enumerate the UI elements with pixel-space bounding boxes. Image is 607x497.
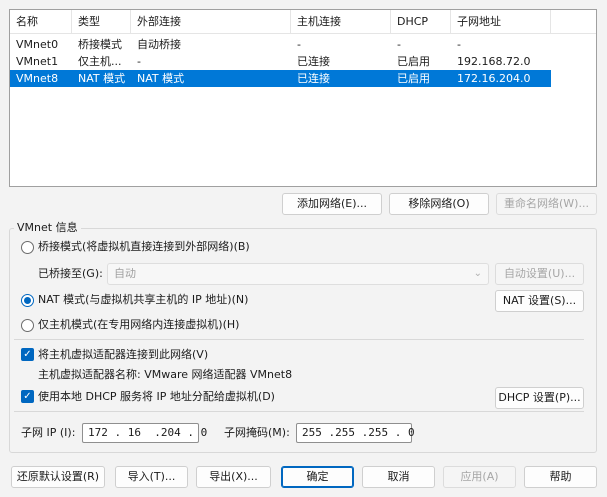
bridged-to-select[interactable]: 自动 ⌄ bbox=[107, 263, 489, 285]
subnet-mask-label: 子网掩码(M): bbox=[224, 426, 290, 439]
cell-external: NAT 模式 bbox=[137, 72, 185, 85]
bridged-mode-radio[interactable] bbox=[21, 241, 34, 254]
cell-name: VMnet1 bbox=[16, 55, 59, 68]
host-only-label[interactable]: 仅主机模式(在专用网络内连接虚拟机)(H) bbox=[38, 318, 239, 332]
help-button[interactable]: 帮助 bbox=[524, 466, 597, 488]
column-header-subnet[interactable]: 子网地址 bbox=[451, 10, 551, 34]
nat-settings-button[interactable]: NAT 设置(S)... bbox=[495, 290, 584, 312]
bridged-to-label: 已桥接至(G): bbox=[38, 267, 103, 280]
import-button[interactable]: 导入(T)... bbox=[115, 466, 188, 488]
chevron-down-icon: ⌄ bbox=[473, 268, 482, 279]
rename-network-button[interactable]: 重命名网络(W)... bbox=[496, 193, 597, 215]
nat-mode-radio[interactable] bbox=[21, 294, 34, 307]
connect-adapter-checkbox[interactable]: ✓ bbox=[21, 348, 34, 361]
column-header-type[interactable]: 类型 bbox=[72, 10, 131, 34]
adapter-name-label: 主机虚拟适配器名称: VMware 网络适配器 VMnet8 bbox=[38, 368, 293, 381]
ok-button[interactable]: 确定 bbox=[281, 466, 354, 488]
vmnet-info-title: VMnet 信息 bbox=[14, 221, 81, 235]
restore-defaults-button[interactable]: 还原默认设置(R) bbox=[11, 466, 105, 488]
auto-settings-button[interactable]: 自动设置(U)... bbox=[495, 263, 584, 285]
cell-subnet: - bbox=[457, 38, 461, 51]
cancel-button[interactable]: 取消 bbox=[362, 466, 435, 488]
column-header-name[interactable]: 名称 bbox=[10, 10, 72, 34]
cell-type: 桥接模式 bbox=[78, 38, 122, 51]
table-row-selected[interactable]: VMnet8 NAT 模式 NAT 模式 已连接 已启用 172.16.204.… bbox=[10, 70, 551, 87]
cell-type: NAT 模式 bbox=[78, 72, 126, 85]
cell-subnet: 172.16.204.0 bbox=[457, 72, 531, 85]
cell-host: - bbox=[297, 38, 301, 51]
column-header-host[interactable]: 主机连接 bbox=[291, 10, 391, 34]
dhcp-label[interactable]: 使用本地 DHCP 服务将 IP 地址分配给虚拟机(D) bbox=[38, 390, 275, 404]
vmnet-info-group bbox=[9, 228, 597, 453]
table-row[interactable]: VMnet1 仅主机... - 已连接 已启用 192.168.72.0 bbox=[10, 53, 551, 70]
divider bbox=[14, 411, 584, 412]
export-button[interactable]: 导出(X)... bbox=[196, 466, 271, 488]
cell-name: VMnet8 bbox=[16, 72, 59, 85]
dhcp-checkbox[interactable]: ✓ bbox=[21, 390, 34, 403]
cell-name: VMnet0 bbox=[16, 38, 59, 51]
column-header-dhcp[interactable]: DHCP bbox=[391, 10, 451, 34]
cell-subnet: 192.168.72.0 bbox=[457, 55, 531, 68]
cell-dhcp: - bbox=[397, 38, 401, 51]
add-network-button[interactable]: 添加网络(E)... bbox=[282, 193, 382, 215]
remove-network-button[interactable]: 移除网络(O) bbox=[389, 193, 489, 215]
cell-dhcp: 已启用 bbox=[397, 55, 430, 68]
cell-external: 自动桥接 bbox=[137, 38, 181, 51]
cell-dhcp: 已启用 bbox=[397, 72, 430, 85]
cell-type: 仅主机... bbox=[78, 55, 122, 68]
table-header: 名称 类型 外部连接 主机连接 DHCP 子网地址 bbox=[10, 10, 596, 34]
nat-mode-label[interactable]: NAT 模式(与虚拟机共享主机的 IP 地址)(N) bbox=[38, 293, 248, 307]
subnet-mask-field[interactable]: 255 .255 .255 . 0 bbox=[296, 423, 415, 443]
cell-host: 已连接 bbox=[297, 72, 330, 85]
network-table[interactable]: 名称 类型 外部连接 主机连接 DHCP 子网地址 VMnet0 桥接模式 自动… bbox=[9, 9, 597, 187]
dhcp-settings-button[interactable]: DHCP 设置(P)... bbox=[495, 387, 584, 409]
host-only-radio[interactable] bbox=[21, 319, 34, 332]
cell-host: 已连接 bbox=[297, 55, 330, 68]
bridged-mode-label[interactable]: 桥接模式(将虚拟机直接连接到外部网络)(B) bbox=[38, 240, 250, 254]
bridged-to-value: 自动 bbox=[114, 267, 136, 280]
subnet-ip-field[interactable]: 172 . 16 .204 . 0 bbox=[82, 423, 207, 443]
divider bbox=[14, 339, 584, 340]
cell-external: - bbox=[137, 55, 141, 68]
column-header-external[interactable]: 外部连接 bbox=[131, 10, 291, 34]
connect-adapter-label[interactable]: 将主机虚拟适配器连接到此网络(V) bbox=[38, 348, 208, 362]
subnet-ip-label: 子网 IP (I): bbox=[21, 426, 76, 439]
apply-button[interactable]: 应用(A) bbox=[443, 466, 516, 488]
table-row[interactable]: VMnet0 桥接模式 自动桥接 - - - bbox=[10, 36, 551, 53]
